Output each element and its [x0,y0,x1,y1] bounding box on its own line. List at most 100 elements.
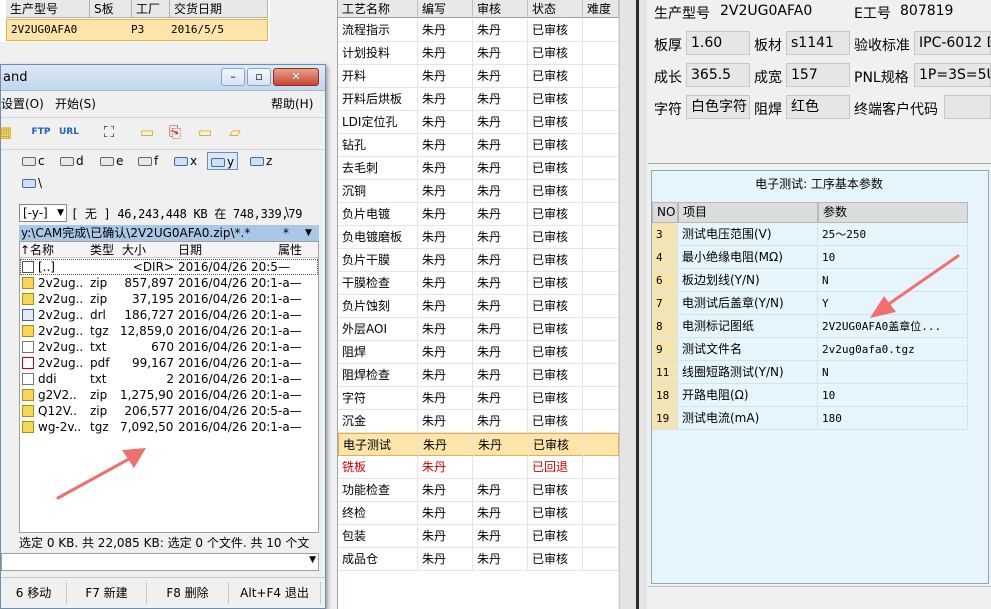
thickness-field[interactable]: 1.60 [686,31,750,55]
col-header-writer[interactable]: 编写 [418,0,473,18]
customer-field[interactable] [944,95,991,119]
menu-start[interactable]: 开始(S) [55,95,96,112]
chevron-down-icon[interactable]: ▼ [305,225,312,241]
drive-f[interactable]: f [135,152,161,170]
char-field[interactable]: 白色字符 [686,95,750,119]
process-row[interactable]: 阻焊检查 朱丹 朱丹 已审核 [338,364,619,387]
process-row[interactable]: 负片蚀刻 朱丹 朱丹 已审核 [338,295,619,318]
width-field[interactable]: 157 [786,63,850,87]
col-header-no[interactable]: NO [652,202,678,223]
material-field[interactable]: s1141 [786,31,850,55]
order-row[interactable]: 2V2UG0AFA0 P3 2016/5/5 [6,19,268,41]
col-header-process[interactable]: 工艺名称 [338,0,418,18]
file-row[interactable]: 2v2ug.. txt 670 2016/04/26 20:14 -a— [20,339,318,355]
folder-sync-icon[interactable]: ▭ [195,122,215,142]
file-row[interactable]: 2v2ug.. tgz 12,859,086 2016/04/26 20:15-a— [20,323,318,339]
file-manager-window[interactable]: and – ▫ ✕ 设置(O) 开始(S) 帮助(H) ▦ FTP URL ⛶ … [0,64,326,609]
process-row[interactable]: 钻孔 朱丹 朱丹 已审核 [338,134,619,157]
file-row[interactable]: 2v2ug.. zip 857,897 2016/04/26 20:15 -a— [20,275,318,291]
drive-d[interactable]: d [57,152,87,170]
folder-icon[interactable]: ▭ [137,122,157,142]
param-row[interactable]: 11 线圈短路测试(Y/N) N [652,361,968,384]
pnl-field[interactable]: 1P=3S=5U [914,63,991,87]
process-row[interactable]: 电子测试 朱丹 朱丹 已审核 [338,433,620,457]
process-row[interactable]: 沉铜 朱丹 朱丹 已审核 [338,180,619,203]
file-row[interactable]: [..] <DIR> 2016/04/26 20:58— [20,259,318,275]
col-header-attr[interactable]: 属性 [278,242,318,258]
mask-field[interactable]: 红色 [786,95,850,119]
process-row[interactable]: 计划投料 朱丹 朱丹 已审核 [338,42,619,65]
url-icon[interactable]: URL [59,122,79,142]
pdf-icon[interactable]: ⎘ [165,122,185,142]
file-row[interactable]: 2v2ug.. pdf 99,167 2016/04/26 20:14 -a— [20,355,318,371]
binoculars-icon[interactable]: ⛶ [99,122,119,142]
close-button[interactable]: ✕ [273,68,319,86]
menu-help[interactable]: 帮助(H) [271,95,313,112]
file-row[interactable]: Q12V.. zip 206,577 2016/04/26 20:55 -a— [20,403,318,419]
col-header-delivery[interactable]: 交货日期 [170,0,268,18]
file-row[interactable]: 2v2ug.. drl 186,727 2016/04/26 20:14 -a— [20,307,318,323]
param-row[interactable]: 8 电测标记图纸 2V2UG0AFA0盖章位... [652,315,968,338]
alt-f4-exit-button[interactable]: Alt+F4 退出 [229,582,321,604]
param-row[interactable]: 9 测试文件名 2v2ug0afa0.tgz [652,338,968,361]
process-row[interactable]: 包装 朱丹 朱丹 已审核 [338,525,619,548]
process-row[interactable]: 干膜检查 朱丹 朱丹 已审核 [338,272,619,295]
col-header-difficulty[interactable]: 难度 [583,0,619,18]
process-row[interactable]: 阻焊 朱丹 朱丹 已审核 [338,341,619,364]
process-row[interactable]: 功能检查 朱丹 朱丹 已审核 [338,479,619,502]
col-header-s[interactable]: S板 [90,0,132,18]
splitter[interactable] [619,0,647,609]
ftp-icon[interactable]: FTP [31,122,51,142]
file-row[interactable]: g2V2.. zip 1,275,900 2016/04/26 20:16-a— [20,387,318,403]
drive-e[interactable]: e [97,152,126,170]
col-header-factory[interactable]: 工厂 [132,0,170,18]
process-row[interactable]: 开料后烘板 朱丹 朱丹 已审核 [338,88,619,111]
drive-network[interactable]: \ [19,174,45,192]
col-header-model[interactable]: 生产型号 [6,0,90,18]
root-button[interactable]: \ [285,205,289,219]
param-row[interactable]: 19 测试电流(mA) 180 [652,407,968,430]
col-header-date[interactable]: 日期 [178,242,278,258]
col-header-status[interactable]: 状态 [528,0,583,18]
param-row[interactable]: 4 最小绝缘电阻(MΩ) 10 [652,246,968,269]
process-row[interactable]: 开料 朱丹 朱丹 已审核 [338,65,619,88]
process-row[interactable]: LDI定位孔 朱丹 朱丹 已审核 [338,111,619,134]
process-row[interactable]: 沉金 朱丹 朱丹 已审核 [338,410,619,433]
process-row[interactable]: 负片干膜 朱丹 朱丹 已审核 [338,249,619,272]
param-row[interactable]: 7 电测试后盖章(Y/N) Y [652,292,968,315]
process-row[interactable]: 终检 朱丹 朱丹 已审核 [338,502,619,525]
f8-delete-button[interactable]: F8 删除 [147,582,229,604]
param-row[interactable]: 18 开路电阻(Ω) 10 [652,384,968,407]
command-line[interactable]: ▼ [1,553,319,571]
process-row[interactable]: 成品仓 朱丹 朱丹 已审核 [338,548,619,571]
maximize-button[interactable]: ▫ [247,68,271,86]
col-header-size[interactable]: 大小 [122,242,178,258]
process-row[interactable]: 负片电镀 朱丹 朱丹 已审核 [338,203,619,226]
param-row[interactable]: 6 板边划线(Y/N) N [652,269,968,292]
process-row[interactable]: 去毛刺 朱丹 朱丹 已审核 [338,157,619,180]
standard-field[interactable]: IPC-6012 D [914,31,991,55]
file-row[interactable]: wg-2v.. tgz 7,092,501 2016/04/26 20:16-a— [20,419,318,435]
folder-open-icon[interactable]: ▱ [225,122,245,142]
filter-star[interactable]: * [283,225,289,241]
process-row[interactable]: 外层AOI 朱丹 朱丹 已审核 [338,318,619,341]
drive-z[interactable]: z [247,152,275,170]
col-header-reviewer[interactable]: 审核 [473,0,528,18]
col-header-name[interactable]: ↑名称 [20,242,90,258]
col-header-type[interactable]: 类型 [90,242,122,258]
process-row[interactable]: 铣板 朱丹 已回退 [338,456,619,479]
file-row[interactable]: ddi txt 2 2016/04/26 20:15 -a— [20,371,318,387]
window-titlebar[interactable]: and – ▫ ✕ [1,65,325,91]
grid-icon[interactable]: ▦ [0,122,15,142]
drive-c[interactable]: c [19,152,48,170]
col-header-item[interactable]: 项目 [678,202,818,223]
menu-settings[interactable]: 设置(O) [1,95,44,112]
drive-x[interactable]: x [171,152,200,170]
process-row[interactable]: 流程指示 朱丹 朱丹 已审核 [338,19,619,42]
f7-new-button[interactable]: F7 新建 [67,582,147,604]
param-row[interactable]: 3 测试电压范围(V) 25～250 [652,223,968,246]
f6-move-button[interactable]: 6 移动 [1,582,67,604]
drive-y[interactable]: y [207,152,239,170]
drive-select[interactable]: [-y-] ▼ [19,204,67,222]
minimize-button[interactable]: – [221,68,245,86]
